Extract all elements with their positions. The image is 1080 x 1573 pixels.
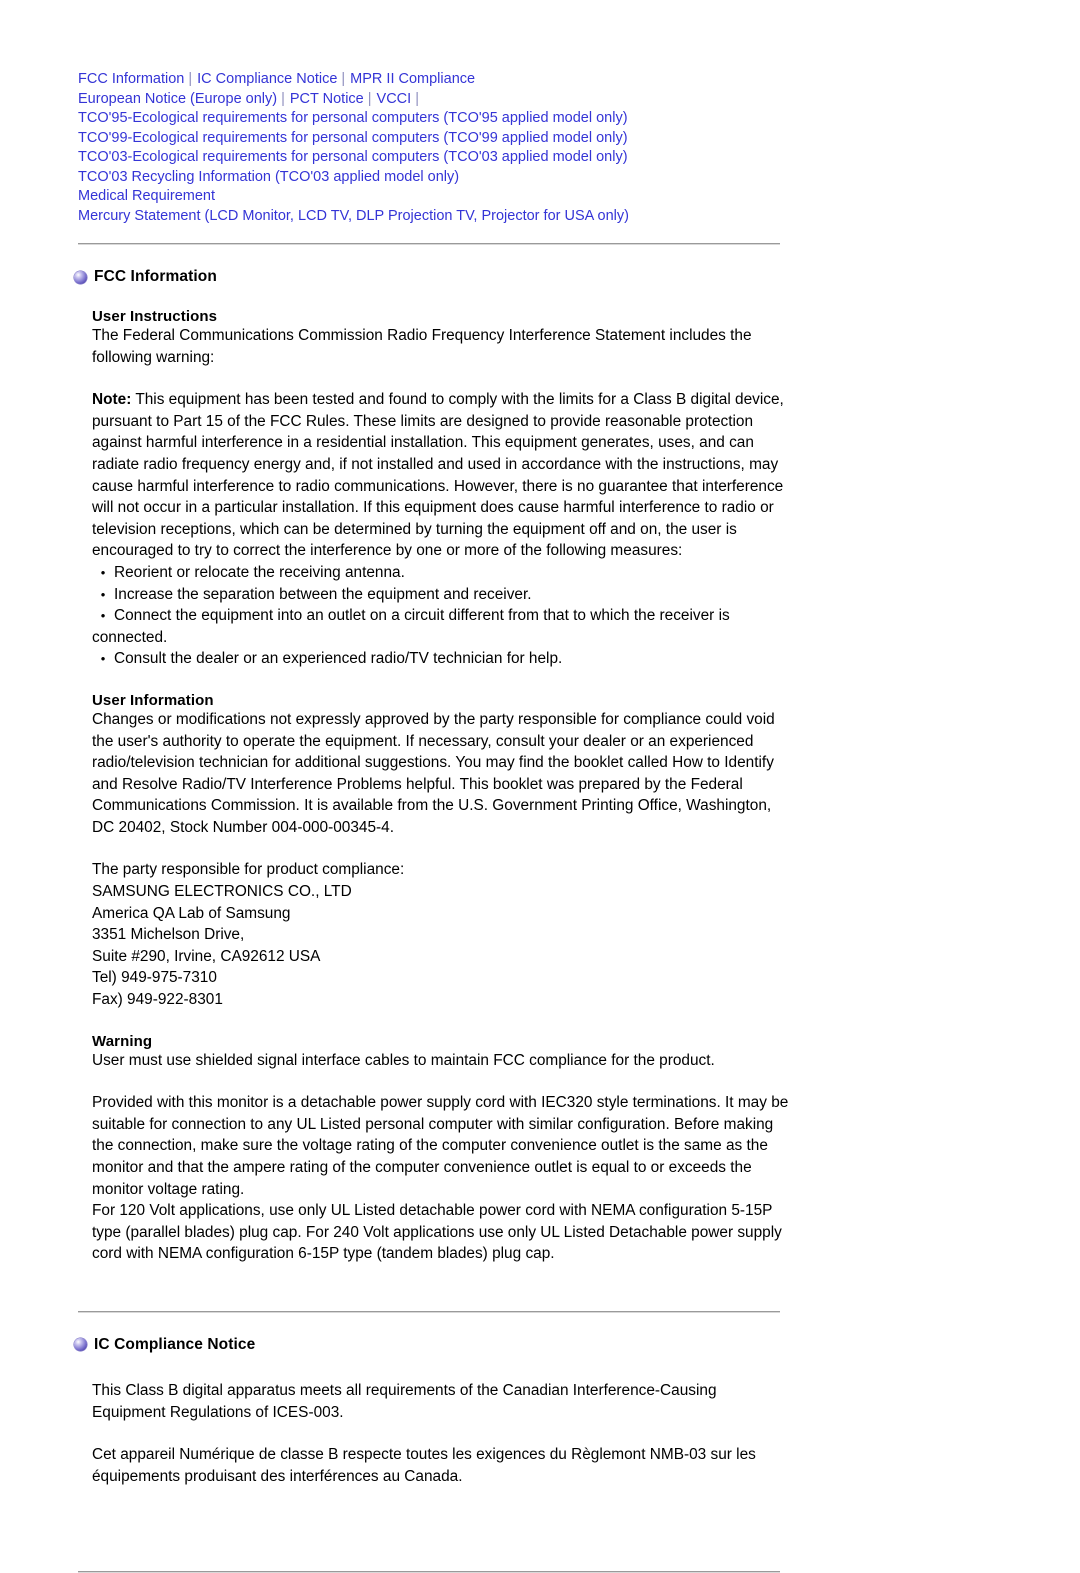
- section-title: IC Compliance Notice: [94, 1335, 256, 1353]
- nav-row: TCO'03-Ecological requirements for perso…: [78, 148, 938, 168]
- nav-link-european-notice[interactable]: European Notice (Europe only): [78, 91, 277, 107]
- paragraph-fcc-intro: The Federal Communications Commission Ra…: [92, 327, 752, 366]
- purple-sphere-bullet-icon: [74, 270, 87, 284]
- responsible-party-street: 3351 Michelson Drive,: [92, 926, 245, 944]
- nav-link-tco95[interactable]: TCO'95-Ecological requirements for perso…: [78, 110, 628, 126]
- nav-row: FCC Information | IC Compliance Notice | MPR…: [78, 70, 938, 90]
- nav-link-pct-notice[interactable]: PCT Notice: [290, 91, 364, 107]
- paragraph-user-information: Changes or modifications not expressly a…: [92, 710, 775, 836]
- fcc-content: User Instructions The Federal Communicat…: [92, 308, 792, 1265]
- note-body: This equipment has been tested and found…: [92, 391, 784, 560]
- bullet-icon: •: [100, 651, 106, 667]
- nav-link-tco99[interactable]: TCO'99-Ecological requirements for perso…: [78, 130, 628, 146]
- subheading-user-information: User Information: [92, 691, 214, 709]
- responsible-party-fax: Fax) 949-922-8301: [92, 991, 223, 1009]
- list-item: • Reorient or relocate the receiving ante…: [92, 562, 792, 584]
- bullet-icon: •: [100, 564, 106, 580]
- divider-middle: [78, 1310, 780, 1313]
- bullet-icon: •: [100, 608, 106, 624]
- nav-link-fcc-information[interactable]: FCC Information: [78, 71, 184, 87]
- paragraph-warning: User must use shielded signal interface …: [92, 1051, 715, 1069]
- list-item-label: Increase the separation between the equi…: [114, 585, 532, 603]
- responsible-party-block: The party responsible for product compli…: [92, 859, 792, 1010]
- nav-separator: |: [367, 90, 372, 107]
- nav-link-vcci[interactable]: VCCI: [377, 91, 412, 107]
- paragraph-power-cord: Provided with this monitor is a detachab…: [92, 1094, 789, 1198]
- list-item-label: Consult the dealer or an experienced rad…: [114, 650, 563, 668]
- paragraph-fcc-note: Note: This equipment has been tested and…: [92, 389, 792, 562]
- nav-separator: |: [341, 71, 346, 87]
- nav-row: TCO'03 Recycling Information (TCO'03 app…: [78, 168, 938, 188]
- list-item: • Increase the separation between the equ…: [92, 584, 792, 606]
- nav-separator: |: [415, 90, 419, 107]
- subheading-warning: Warning: [92, 1032, 153, 1050]
- responsible-party-lab: America QA Lab of Samsung: [92, 904, 291, 922]
- responsible-party-city: Suite #290, Irvine, CA92612 USA: [92, 947, 321, 965]
- list-item-label: Reorient or relocate the receiving anten…: [114, 563, 405, 581]
- paragraph-nema: For 120 Volt applications, use only UL L…: [92, 1202, 782, 1263]
- subheading-user-instructions: User Instructions: [92, 308, 218, 325]
- section-header-fcc-information: FCC Information: [74, 268, 1080, 286]
- nav-separator: |: [281, 90, 285, 107]
- responsible-party-company: SAMSUNG ELECTRONICS CO., LTD: [92, 883, 352, 901]
- list-item-label: Connect the equipment into an outlet on …: [92, 607, 730, 646]
- nav-row: European Notice (Europe only) | PCT Notice…: [78, 90, 938, 110]
- section-title: FCC Information: [94, 268, 217, 285]
- nav-link-medical-requirement[interactable]: Medical Requirement: [78, 188, 215, 204]
- divider-top: [78, 243, 780, 245]
- nav-link-ic-compliance-notice[interactable]: IC Compliance Notice: [197, 71, 337, 87]
- responsible-party-tel: Tel) 949-975-7310: [92, 969, 217, 987]
- navigation-link-list: FCC Information | IC Compliance Notice | MPR…: [78, 70, 938, 226]
- nav-row: TCO'99-Ecological requirements for perso…: [78, 129, 938, 149]
- ic-content: This Class B digital apparatus meets all…: [92, 1380, 792, 1487]
- nav-row: Mercury Statement (LCD Monitor, LCD TV, …: [78, 207, 938, 227]
- nav-row: Medical Requirement: [78, 187, 938, 207]
- document-page: FCC Information | IC Compliance Notice | MPR…: [0, 0, 1080, 1573]
- section-header-ic-compliance-notice: IC Compliance Notice: [74, 1336, 1080, 1354]
- nav-separator: |: [188, 71, 193, 87]
- list-item: • Consult the dealer or an experienced ra…: [92, 648, 792, 670]
- nav-link-tco03-recycling[interactable]: TCO'03 Recycling Information (TCO'03 app…: [78, 169, 459, 185]
- purple-sphere-bullet-icon: [74, 1338, 87, 1352]
- nav-link-tco03[interactable]: TCO'03-Ecological requirements for perso…: [78, 149, 628, 165]
- responsible-party-intro: The party responsible for product compli…: [92, 861, 405, 879]
- measures-list: • Reorient or relocate the receiving ante…: [92, 562, 792, 670]
- paragraph-ic-english: This Class B digital apparatus meets all…: [92, 1381, 717, 1421]
- nav-link-mercury-statement[interactable]: Mercury Statement (LCD Monitor, LCD TV, …: [78, 208, 629, 224]
- paragraph-ic-french: Cet appareil Numérique de classe B respe…: [92, 1446, 756, 1485]
- nav-link-mpr-ii-compliance[interactable]: MPR II Compliance: [350, 71, 475, 87]
- note-label: Note:: [92, 391, 132, 409]
- bullet-icon: •: [100, 586, 106, 602]
- nav-row: TCO'95-Ecological requirements for perso…: [78, 109, 938, 129]
- list-item: • Connect the equipment into an outlet on…: [92, 605, 792, 648]
